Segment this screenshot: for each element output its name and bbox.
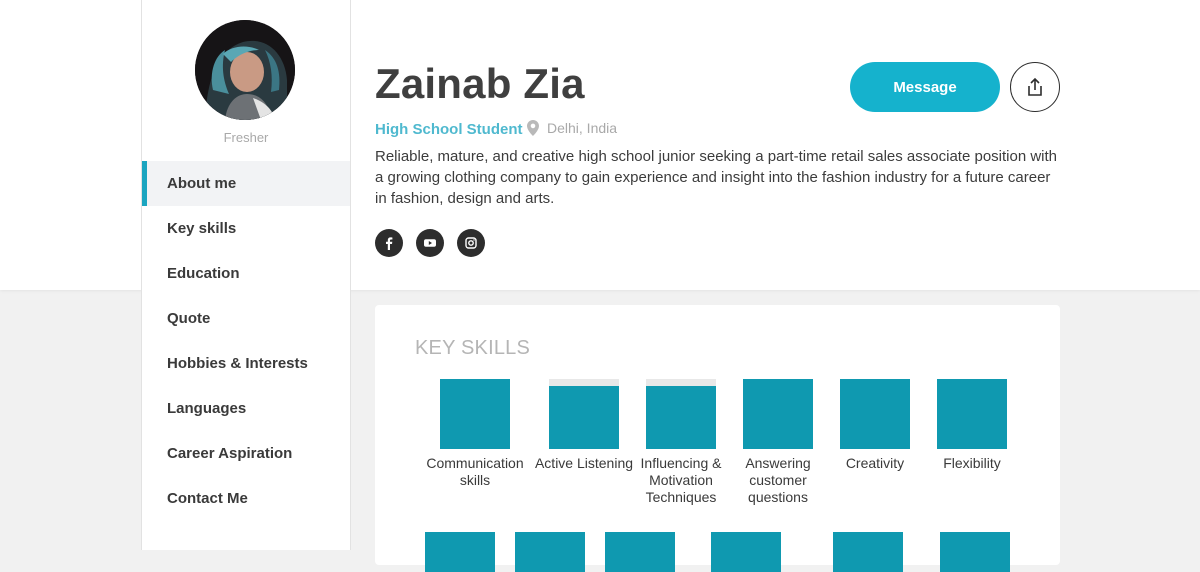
share-button[interactable] — [1010, 62, 1060, 112]
message-button[interactable]: Message — [850, 62, 1000, 112]
skill-level-bar-next-row — [833, 532, 903, 572]
skill-level-bar-next-row — [940, 532, 1010, 572]
skill-level-bar — [937, 379, 1007, 449]
key-skills-title: KEY SKILLS — [415, 337, 531, 359]
avatar-image — [195, 20, 295, 120]
nav-item-key-skills[interactable]: Key skills — [142, 206, 350, 251]
key-skills-card: KEY SKILLS Communication skills Active L… — [375, 305, 1060, 572]
skill-level-fill — [937, 379, 1007, 449]
skill-influencing-motivation: Influencing & Motivation Techniques — [631, 379, 731, 506]
skill-level-bar — [549, 379, 619, 449]
skill-label: Active Listening — [534, 455, 634, 471]
skill-answering-questions: Answering customer questions — [728, 379, 828, 506]
skill-level-fill — [549, 386, 619, 449]
skill-level-fill — [743, 379, 813, 449]
social-links — [375, 229, 498, 257]
skill-label: Influencing & Motivation Techniques — [640, 455, 722, 505]
skill-label: Creativity — [845, 455, 905, 471]
skill-level-fill — [840, 379, 910, 449]
facebook-icon — [386, 237, 393, 250]
skill-communication: Communication skills — [425, 379, 525, 489]
skill-label: Flexibility — [943, 455, 1001, 471]
skill-creativity: Creativity — [825, 379, 925, 472]
nav-item-career-aspiration[interactable]: Career Aspiration — [142, 431, 350, 476]
nav-item-languages[interactable]: Languages — [142, 386, 350, 431]
avatar — [195, 20, 295, 120]
share-icon — [1028, 77, 1042, 96]
instagram-icon — [465, 237, 477, 249]
skill-level-bar-next-row — [425, 532, 495, 572]
skill-level-fill — [646, 386, 716, 449]
instagram-link[interactable] — [457, 229, 485, 257]
nav-item-about-me[interactable]: About me — [142, 161, 350, 206]
skill-label: Answering customer questions — [745, 455, 811, 505]
skill-level-bar-next-row — [515, 532, 585, 572]
nav-item-hobbies-interests[interactable]: Hobbies & Interests — [142, 341, 350, 386]
profile-bio: Reliable, mature, and creative high scho… — [375, 148, 1058, 207]
skill-level-fill — [440, 379, 510, 449]
skill-active-listening: Active Listening — [534, 379, 634, 472]
location-pin-icon — [527, 120, 539, 136]
profile-name: Zainab Zia — [375, 60, 585, 107]
skill-level-bar — [440, 379, 510, 449]
youtube-link[interactable] — [416, 229, 444, 257]
facebook-link[interactable] — [375, 229, 403, 257]
youtube-icon — [424, 239, 436, 247]
skill-level-bar — [743, 379, 813, 449]
location-text: Delhi, India — [547, 120, 618, 136]
sidebar-nav: About me Key skills Education Quote Hobb… — [142, 161, 350, 521]
profile-location: Delhi, India — [527, 120, 617, 136]
sidebar: Fresher About me Key skills Education Qu… — [141, 0, 351, 550]
skill-level-bar-next-row — [605, 532, 675, 572]
nav-item-quote[interactable]: Quote — [142, 296, 350, 341]
profile-status: Fresher — [223, 130, 269, 145]
skill-level-bar — [646, 379, 716, 449]
profile-role: High School Student — [375, 121, 523, 138]
nav-item-contact-me[interactable]: Contact Me — [142, 476, 350, 521]
skill-level-bar — [840, 379, 910, 449]
skill-flexibility: Flexibility — [922, 379, 1022, 472]
nav-item-education[interactable]: Education — [142, 251, 350, 296]
skill-label: Communication skills — [426, 455, 524, 488]
skill-level-bar-next-row — [711, 532, 781, 572]
